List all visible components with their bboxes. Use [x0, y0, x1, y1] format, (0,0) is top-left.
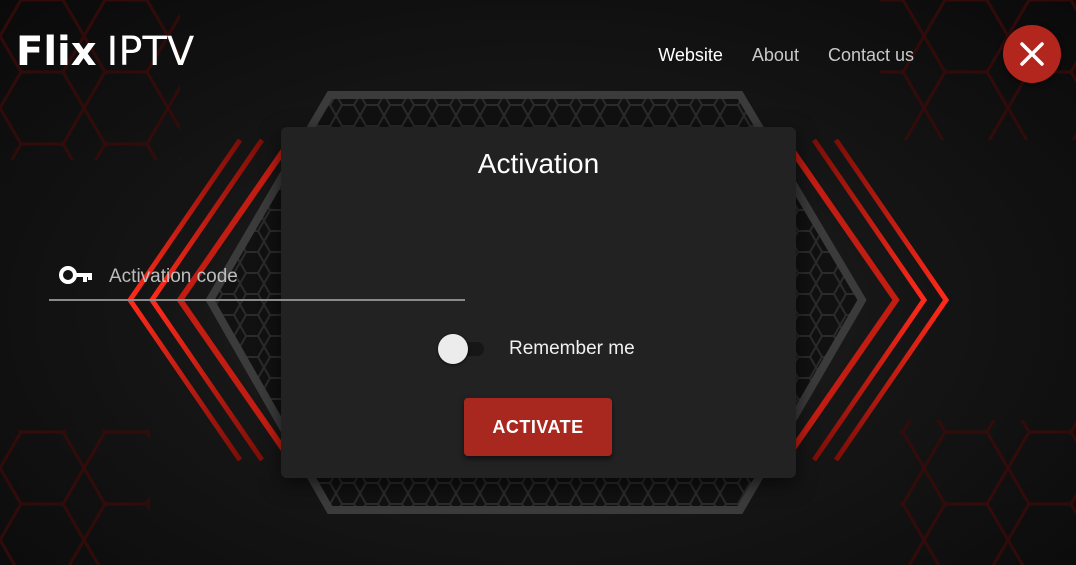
remember-me-row: Remember me	[438, 333, 635, 365]
close-icon	[1020, 42, 1044, 66]
activate-button[interactable]: ACTIVATE	[464, 398, 612, 456]
nav-link-about[interactable]: About	[752, 44, 799, 66]
close-button[interactable]	[1003, 25, 1061, 83]
activation-code-input[interactable]	[107, 259, 461, 295]
activation-code-field[interactable]	[49, 251, 465, 303]
key-icon	[59, 266, 92, 284]
app-logo: Flix IPTV	[16, 30, 194, 74]
app-screen: Flix IPTV Website About Contact us Activa…	[0, 0, 1076, 565]
logo-light-text: IPTV	[106, 29, 195, 75]
toggle-thumb	[438, 334, 468, 364]
nav-link-website[interactable]: Website	[658, 44, 723, 66]
logo-bold-text: Flix	[16, 29, 97, 75]
remember-me-label: Remember me	[509, 338, 635, 359]
activation-title: Activation	[477, 148, 600, 179]
top-nav: Website About Contact us	[658, 44, 914, 66]
remember-me-toggle[interactable]	[438, 333, 486, 365]
top-bar: Flix IPTV Website About Contact us	[0, 0, 1076, 110]
nav-link-contact-us[interactable]: Contact us	[828, 44, 914, 66]
input-underline	[49, 299, 465, 301]
